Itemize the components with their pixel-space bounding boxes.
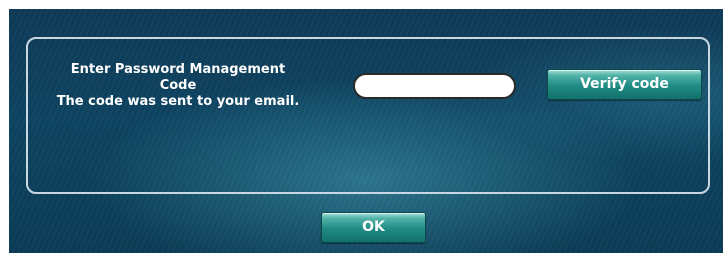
prompt-line-3: The code was sent to your email. — [56, 94, 300, 109]
code-prompt: Enter Password Management Code The code … — [28, 62, 328, 110]
prompt-line-2: Code — [159, 78, 197, 93]
ok-button[interactable]: OK — [321, 212, 426, 243]
password-code-dialog: Enter Password Management Code The code … — [9, 9, 723, 253]
prompt-line-1: Enter Password Management — [70, 62, 286, 77]
verify-code-button[interactable]: Verify code — [547, 69, 702, 100]
code-entry-panel: Enter Password Management Code The code … — [26, 37, 710, 194]
code-input[interactable] — [353, 73, 516, 99]
